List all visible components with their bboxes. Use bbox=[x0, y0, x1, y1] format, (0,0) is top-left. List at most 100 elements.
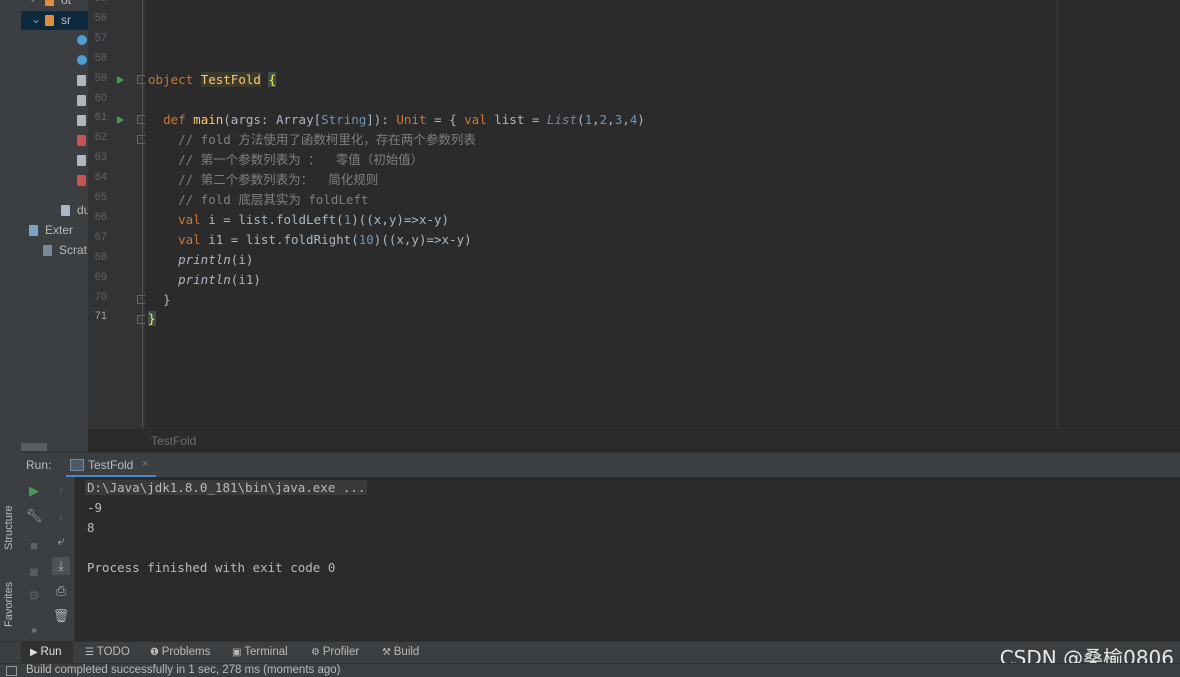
tree-row[interactable] bbox=[21, 171, 88, 190]
code-text: (args: Array[ bbox=[223, 112, 322, 127]
print-icon[interactable]: ⎙ bbox=[52, 582, 70, 600]
rerun-icon[interactable]: ▶ bbox=[25, 482, 43, 500]
left-tool-stripe: Structure Favorites bbox=[0, 0, 22, 641]
code-text: (i) bbox=[230, 252, 254, 267]
tool-tab-build[interactable]: ⚒ Build bbox=[382, 646, 419, 658]
code-line-70[interactable]: } bbox=[148, 290, 171, 309]
scala-object-icon bbox=[77, 95, 86, 106]
tree-row[interactable]: ⌄ sr bbox=[21, 11, 88, 30]
object-name: TestFold bbox=[200, 72, 261, 87]
tree-row[interactable] bbox=[21, 91, 88, 110]
comment: // 第一个参数列表为 ： 零值（初始值） bbox=[178, 152, 424, 167]
tree-row[interactable] bbox=[21, 51, 88, 70]
number: 1 bbox=[584, 112, 593, 127]
run-console[interactable]: D:\Java\jdk1.8.0_181\bin\java.exe ... -9… bbox=[75, 477, 1180, 641]
chevron-down-icon[interactable]: ⌄ bbox=[31, 12, 41, 26]
console-icon bbox=[70, 459, 84, 471]
status-window-icon[interactable] bbox=[6, 666, 17, 676]
arrow-down-icon[interactable]: ↓ bbox=[52, 507, 70, 525]
scroll-to-end-icon[interactable]: ⤓ bbox=[52, 557, 70, 575]
code-text: (i1) bbox=[230, 272, 261, 287]
code-line-66[interactable]: val i = list.foldLeft(1)((x,y)=>x-y) bbox=[148, 210, 449, 229]
line-number: 67 bbox=[94, 230, 107, 243]
tool-tab-label: Run bbox=[40, 646, 62, 658]
arrow-up-icon[interactable]: ↑ bbox=[52, 482, 70, 500]
console-output-line: -9 bbox=[87, 500, 103, 515]
tree-row[interactable] bbox=[21, 131, 88, 150]
breadcrumb-bar: TestFold bbox=[88, 428, 1180, 453]
code-editor[interactable]: object TestFold { def main(args: Array[S… bbox=[145, 0, 1180, 428]
code-line-69[interactable]: println(i1) bbox=[148, 270, 261, 289]
bottom-tool-tabs: ▶ Run ☰ TODO ❶ Problems ▣ Terminal ⚙ Profile… bbox=[0, 641, 1180, 670]
module-file-icon bbox=[61, 205, 70, 216]
line-number: 69 bbox=[94, 270, 107, 283]
close-brace: } bbox=[163, 292, 171, 307]
tool-tab-todo[interactable]: ☰ TODO bbox=[85, 646, 130, 658]
list-call: List bbox=[546, 112, 578, 127]
code-text: i1 = list.foldRight( bbox=[200, 232, 359, 247]
scala-error-icon bbox=[77, 135, 86, 146]
tree-row[interactable] bbox=[21, 151, 88, 170]
soft-wrap-icon[interactable]: ⤶ bbox=[52, 532, 70, 550]
comment: // 第二个参数列表为： 简化规则 bbox=[178, 172, 379, 187]
tree-row[interactable] bbox=[21, 31, 88, 50]
tool-tab-problems[interactable]: ❶ Problems bbox=[150, 646, 210, 658]
todo-icon: ☰ bbox=[85, 647, 97, 658]
code-line-67[interactable]: val i1 = list.foldRight(10)((x,y)=>x-y) bbox=[148, 230, 472, 249]
more-icon[interactable]: » bbox=[25, 622, 43, 640]
wrench-icon[interactable]: 🔧︎ bbox=[25, 507, 43, 525]
status-bar: Build completed successfully in 1 sec, 2… bbox=[0, 663, 1180, 677]
gutter-divider bbox=[142, 0, 143, 428]
run-icon: ▶ bbox=[30, 647, 41, 658]
run-tab-label: TestFold bbox=[88, 458, 134, 472]
code-line-62[interactable]: // fold 方法使用了函数柯里化，存在两个参数列表 bbox=[148, 130, 476, 149]
line-number: 61 bbox=[94, 111, 107, 124]
trash-icon[interactable]: 🗑︎ bbox=[52, 607, 70, 625]
code-line-65[interactable]: // fold 底层其实为 foldLeft bbox=[148, 190, 368, 209]
tree-row[interactable] bbox=[21, 111, 88, 130]
settings-icon[interactable]: ⚙ bbox=[25, 587, 43, 605]
keyword: def bbox=[163, 112, 186, 127]
tool-tab-label: Problems bbox=[161, 646, 211, 658]
stop-icon[interactable]: ■ bbox=[25, 537, 43, 555]
tree-row[interactable]: › ot bbox=[21, 0, 88, 10]
tool-tab-run[interactable]: ▶ Run bbox=[30, 646, 62, 658]
method-name: main bbox=[193, 112, 224, 127]
code-line-63[interactable]: // 第一个参数列表为 ： 零值（初始值） bbox=[148, 150, 423, 169]
tree-row[interactable]: du bbox=[21, 201, 88, 220]
tree-row[interactable]: ›Exter bbox=[21, 221, 88, 240]
type-name: String bbox=[321, 112, 367, 127]
close-icon[interactable]: × bbox=[142, 458, 148, 470]
println-call: println bbox=[178, 252, 231, 267]
code-line-68[interactable]: println(i) bbox=[148, 250, 253, 269]
camera-icon[interactable]: ◙ bbox=[25, 563, 43, 581]
tool-tab-profiler[interactable]: ⚙ Profiler bbox=[311, 646, 359, 658]
project-tree-scrollbar[interactable] bbox=[21, 443, 47, 451]
tree-row[interactable] bbox=[21, 71, 88, 90]
profiler-icon: ⚙ bbox=[311, 647, 323, 658]
line-number: 60 bbox=[94, 91, 107, 104]
structure-tab[interactable]: Structure bbox=[0, 488, 21, 558]
run-config-tab[interactable]: TestFold × bbox=[66, 453, 156, 478]
favorites-tab[interactable]: Favorites bbox=[0, 565, 21, 635]
code-text: )((x,y)=>x-y) bbox=[373, 232, 472, 247]
tool-tab-terminal[interactable]: ▣ Terminal bbox=[232, 646, 288, 658]
tree-row[interactable]: Scrat bbox=[21, 241, 88, 260]
scala-class-icon bbox=[77, 55, 87, 65]
code-line-64[interactable]: // 第二个参数列表为： 简化规则 bbox=[148, 170, 378, 189]
breadcrumb[interactable]: TestFold bbox=[151, 434, 196, 448]
run-gutter-icon[interactable] bbox=[117, 116, 124, 124]
code-text: , bbox=[592, 112, 600, 127]
code-line-59[interactable]: object TestFold { bbox=[148, 70, 276, 89]
code-text: )((x,y)=>x-y) bbox=[351, 212, 450, 227]
line-number: 56 bbox=[94, 11, 107, 24]
chevron-right-icon[interactable]: › bbox=[31, 0, 35, 6]
run-gutter-icon[interactable] bbox=[117, 76, 124, 84]
code-line-61[interactable]: def main(args: Array[String]): Unit = { … bbox=[148, 110, 645, 129]
run-label: Run: bbox=[26, 458, 52, 472]
run-window-header: Run: TestFold × bbox=[21, 452, 1180, 479]
code-text: , bbox=[622, 112, 630, 127]
console-command: D:\Java\jdk1.8.0_181\bin\java.exe ... bbox=[85, 480, 368, 495]
code-line-71[interactable]: } bbox=[148, 309, 156, 328]
terminal-icon: ▣ bbox=[232, 647, 245, 658]
